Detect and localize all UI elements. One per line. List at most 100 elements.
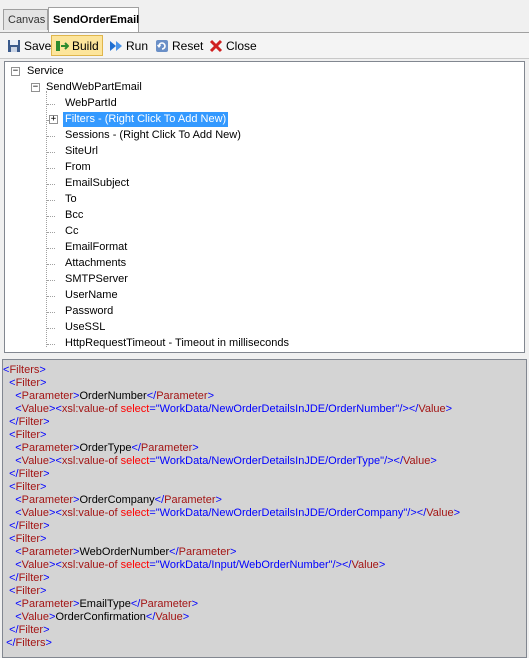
tree-item-connector bbox=[47, 136, 55, 137]
xml-line: <Parameter>OrderCompany</Parameter> bbox=[3, 494, 526, 507]
xml-tag-name: Value bbox=[155, 611, 183, 623]
xml-tag-name: Value bbox=[426, 507, 454, 519]
xml-line: </Filter> bbox=[3, 416, 526, 429]
xml-line: <Value>OrderConfirmation</Value> bbox=[3, 611, 526, 624]
close-button[interactable]: Close bbox=[206, 35, 260, 56]
xml-attribute-value: "WorkData/NewOrderDetailsInJDE/OrderComp… bbox=[155, 507, 408, 519]
tree-item[interactable]: EmailSubject bbox=[65, 176, 129, 191]
xml-tag-name: Filter bbox=[18, 468, 44, 480]
tree-branch-line bbox=[46, 91, 47, 347]
xml-tag-name: Filter bbox=[18, 416, 44, 428]
build-label: Build bbox=[72, 38, 99, 53]
toolbar: Save Build Run Reset Close bbox=[0, 33, 529, 59]
tree-item[interactable]: HttpRequestTimeout - Timeout in millisec… bbox=[65, 336, 289, 351]
xml-bracket: > bbox=[453, 507, 461, 519]
xml-attribute-value: "WorkData/Input/WebOrderNumber" bbox=[155, 559, 333, 571]
tree-item[interactable]: Attachments bbox=[65, 256, 126, 271]
xml-bracket: </ bbox=[130, 598, 141, 610]
tree-item-connector bbox=[47, 344, 55, 345]
xml-tag-name: Filters bbox=[15, 637, 46, 649]
xml-bracket: > bbox=[43, 416, 50, 428]
tree-item[interactable]: Bcc bbox=[65, 208, 83, 223]
tree-item[interactable]: Sessions - (Right Click To Add New) bbox=[65, 128, 241, 143]
xml-line: <Filters> bbox=[3, 364, 526, 377]
tree-item-connector bbox=[47, 312, 55, 313]
tab-canvas[interactable]: Canvas bbox=[3, 9, 48, 30]
xml-bracket: </ bbox=[146, 390, 157, 402]
tree-item-connector bbox=[47, 104, 55, 105]
xml-bracket: </ bbox=[416, 507, 427, 519]
xml-bracket: > bbox=[40, 429, 47, 441]
tree-item[interactable]: WebPartId bbox=[65, 96, 117, 111]
xml-bracket: > bbox=[430, 455, 437, 467]
xml-bracket: </ bbox=[9, 520, 19, 532]
tree-item[interactable]: To bbox=[65, 192, 77, 207]
tab-send-order-email[interactable]: SendOrderEmail bbox=[48, 7, 139, 32]
reset-button[interactable]: Reset bbox=[152, 35, 206, 56]
xml-attribute-value: "WorkData/NewOrderDetailsInJDE/OrderType… bbox=[155, 455, 385, 467]
expand-filters-toggle[interactable]: + bbox=[49, 115, 58, 124]
xml-bracket: > bbox=[215, 494, 222, 506]
tree-item[interactable]: SMTPServer bbox=[65, 272, 128, 287]
xml-bracket: </ bbox=[408, 403, 419, 415]
xml-bracket: > bbox=[182, 611, 190, 623]
tree-item[interactable]: UseSSL bbox=[65, 320, 105, 335]
xml-attribute-name: select bbox=[120, 403, 150, 415]
xml-bracket: > bbox=[43, 468, 50, 480]
close-label: Close bbox=[226, 38, 257, 53]
xml-attribute-name: select bbox=[120, 559, 150, 571]
xml-tag-name: Filter bbox=[15, 585, 41, 597]
save-button[interactable]: Save bbox=[4, 35, 54, 56]
xml-attribute-value: "WorkData/NewOrderDetailsInJDE/OrderNumb… bbox=[155, 403, 400, 415]
run-label: Run bbox=[126, 38, 149, 53]
collapse-service-toggle[interactable]: − bbox=[11, 67, 20, 76]
service-tree-view[interactable]: − Service − SendWebPartEmail WebPartId + F… bbox=[4, 61, 525, 353]
xml-line: <Parameter>OrderType</Parameter> bbox=[3, 442, 526, 455]
xml-parameter-value: OrderNumber bbox=[79, 390, 147, 402]
xml-tag-name: Value bbox=[21, 507, 49, 519]
xml-bracket: > bbox=[43, 624, 50, 636]
collapse-sendwebpartemail-toggle[interactable]: − bbox=[31, 83, 40, 92]
refresh-icon bbox=[156, 39, 168, 52]
tree-item[interactable]: EmailFormat bbox=[65, 240, 127, 255]
xml-tag-name: Parameter bbox=[21, 494, 74, 506]
tree-item[interactable]: Password bbox=[65, 304, 113, 319]
xml-tag-name: Parameter bbox=[140, 442, 193, 454]
xml-tag-name: xsl:value-of bbox=[61, 403, 118, 415]
xml-tag-name: Parameter bbox=[178, 546, 230, 558]
xml-bracket: > bbox=[207, 390, 214, 402]
xml-text-value: OrderConfirmation bbox=[55, 611, 146, 623]
run-button[interactable]: Run bbox=[106, 35, 151, 56]
xml-tag-name: Value bbox=[21, 559, 49, 571]
xml-line: </Filters> bbox=[3, 637, 526, 650]
xml-tag-name: Filter bbox=[15, 481, 41, 493]
xml-editor[interactable]: <Filters> <Filter> <Parameter>OrderNumbe… bbox=[2, 359, 527, 658]
tree-item-connector bbox=[47, 264, 55, 265]
xml-bracket: /> bbox=[384, 455, 394, 467]
tree-node-sendwebpartemail[interactable]: SendWebPartEmail bbox=[46, 80, 142, 95]
xml-bracket: /> bbox=[407, 507, 417, 519]
tree-item[interactable]: Filters - (Right Click To Add New) bbox=[63, 112, 229, 127]
xml-bracket: </ bbox=[9, 468, 19, 480]
xml-tag-name: Parameter bbox=[21, 546, 74, 558]
xml-tag-name: xsl:value-of bbox=[61, 507, 118, 519]
xml-bracket: </ bbox=[145, 611, 156, 623]
build-button[interactable]: Build bbox=[51, 35, 103, 56]
xml-tag-name: Filters bbox=[9, 364, 40, 376]
tree-item[interactable]: From bbox=[65, 160, 91, 175]
xml-bracket: > bbox=[192, 442, 199, 454]
xml-tag-name: Value bbox=[21, 455, 49, 467]
tree-item[interactable]: Cc bbox=[65, 224, 78, 239]
xml-bracket: > bbox=[43, 572, 50, 584]
xml-parameter-value: OrderCompany bbox=[79, 494, 155, 506]
tree-item-connector bbox=[47, 232, 55, 233]
tree-node-service[interactable]: Service bbox=[27, 64, 64, 79]
xml-line: </Filter> bbox=[3, 520, 526, 533]
xml-parameter-value: EmailType bbox=[79, 598, 131, 610]
xml-bracket: > bbox=[39, 364, 46, 376]
tree-item[interactable]: UserName bbox=[65, 288, 118, 303]
tree-item[interactable]: SiteUrl bbox=[65, 144, 98, 159]
xml-tag-name: Filter bbox=[18, 624, 44, 636]
floppy-disk-icon bbox=[8, 39, 20, 52]
xml-line: <Parameter>OrderNumber</Parameter> bbox=[3, 390, 526, 403]
